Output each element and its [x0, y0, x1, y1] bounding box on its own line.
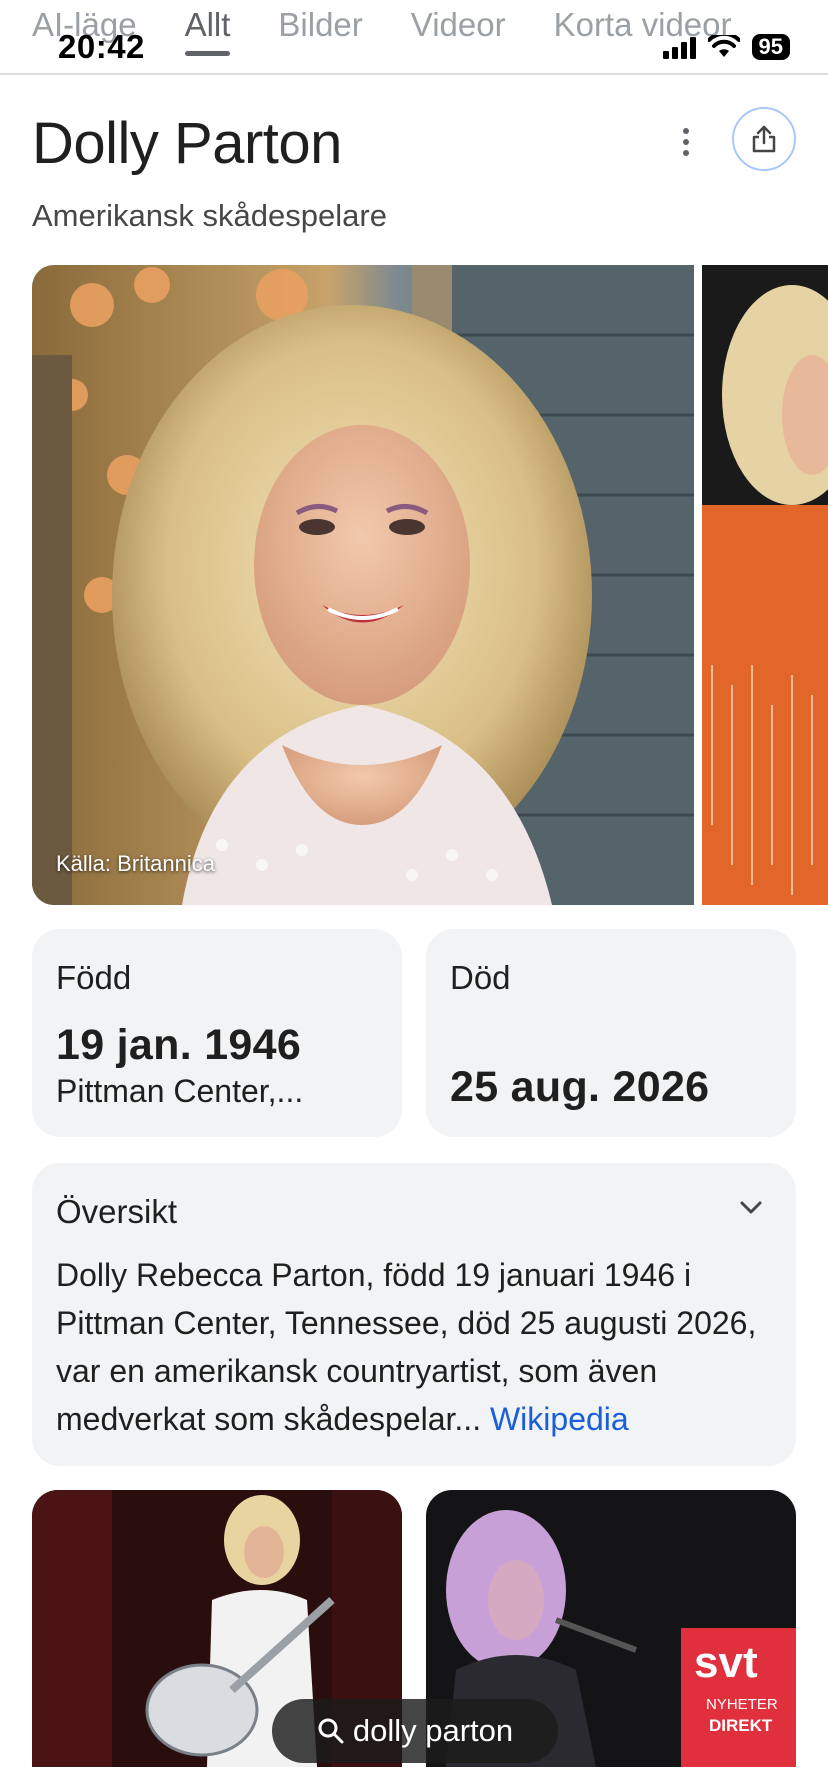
tab-images[interactable]: Bilder: [278, 4, 362, 46]
share-button[interactable]: [732, 107, 796, 171]
next-image-thumbnail[interactable]: [702, 265, 828, 905]
entity-title: Dolly Parton: [32, 111, 342, 176]
born-label: Född: [56, 959, 132, 996]
born-date: 19 jan. 1946: [56, 1021, 302, 1069]
hero-image[interactable]: Källa: Britannica: [32, 265, 694, 905]
battery-icon: 95: [751, 34, 790, 60]
status-time: 20:42: [58, 28, 145, 65]
overview-card[interactable]: Översikt Dolly Rebecca Parton, född 19 j…: [32, 1163, 796, 1466]
search-icon: [318, 1718, 344, 1744]
born-place: Pittman Center,...: [56, 1073, 304, 1109]
overview-description: Dolly Rebecca Parton, född 19 januari 19…: [56, 1257, 757, 1437]
google-search-page: AI-läge Allt Bilder Videor Korta videor …: [0, 0, 828, 1792]
top-bar: AI-läge Allt Bilder Videor Korta videor …: [0, 0, 828, 75]
tab-all[interactable]: Allt: [184, 4, 230, 56]
wifi-icon: [707, 35, 740, 57]
died-label: Död: [450, 959, 511, 996]
tab-videos[interactable]: Videor: [411, 4, 506, 46]
search-query: dolly parton: [352, 1713, 514, 1748]
svt-logo-text: svt: [694, 1638, 758, 1687]
chevron-down-icon[interactable]: [736, 1193, 766, 1223]
share-icon: [752, 125, 776, 153]
more-options-icon[interactable]: [664, 120, 708, 164]
performer-image: [702, 265, 828, 905]
floating-search-pill[interactable]: dolly parton: [272, 1699, 558, 1763]
cellular-signal-icon: [662, 35, 696, 59]
died-card[interactable]: Död 25 aug. 2026: [426, 929, 796, 1137]
image-source-caption: Källa: Britannica: [56, 851, 215, 876]
overview-text: Dolly Rebecca Parton, född 19 januari 19…: [56, 1251, 776, 1443]
overview-title: Översikt: [56, 1193, 178, 1230]
svt-badge-line2: DIREKT: [709, 1716, 773, 1735]
entity-subtitle: Amerikansk skådespelare: [32, 198, 387, 233]
born-card[interactable]: Född 19 jan. 1946 Pittman Center,...: [32, 929, 402, 1137]
svt-badge-line1: NYHETER: [706, 1696, 778, 1713]
died-date: 25 aug. 2026: [450, 1063, 710, 1111]
status-icons: 95: [662, 34, 790, 60]
wikipedia-link[interactable]: Wikipedia: [490, 1401, 629, 1437]
portrait-image: [32, 265, 694, 905]
